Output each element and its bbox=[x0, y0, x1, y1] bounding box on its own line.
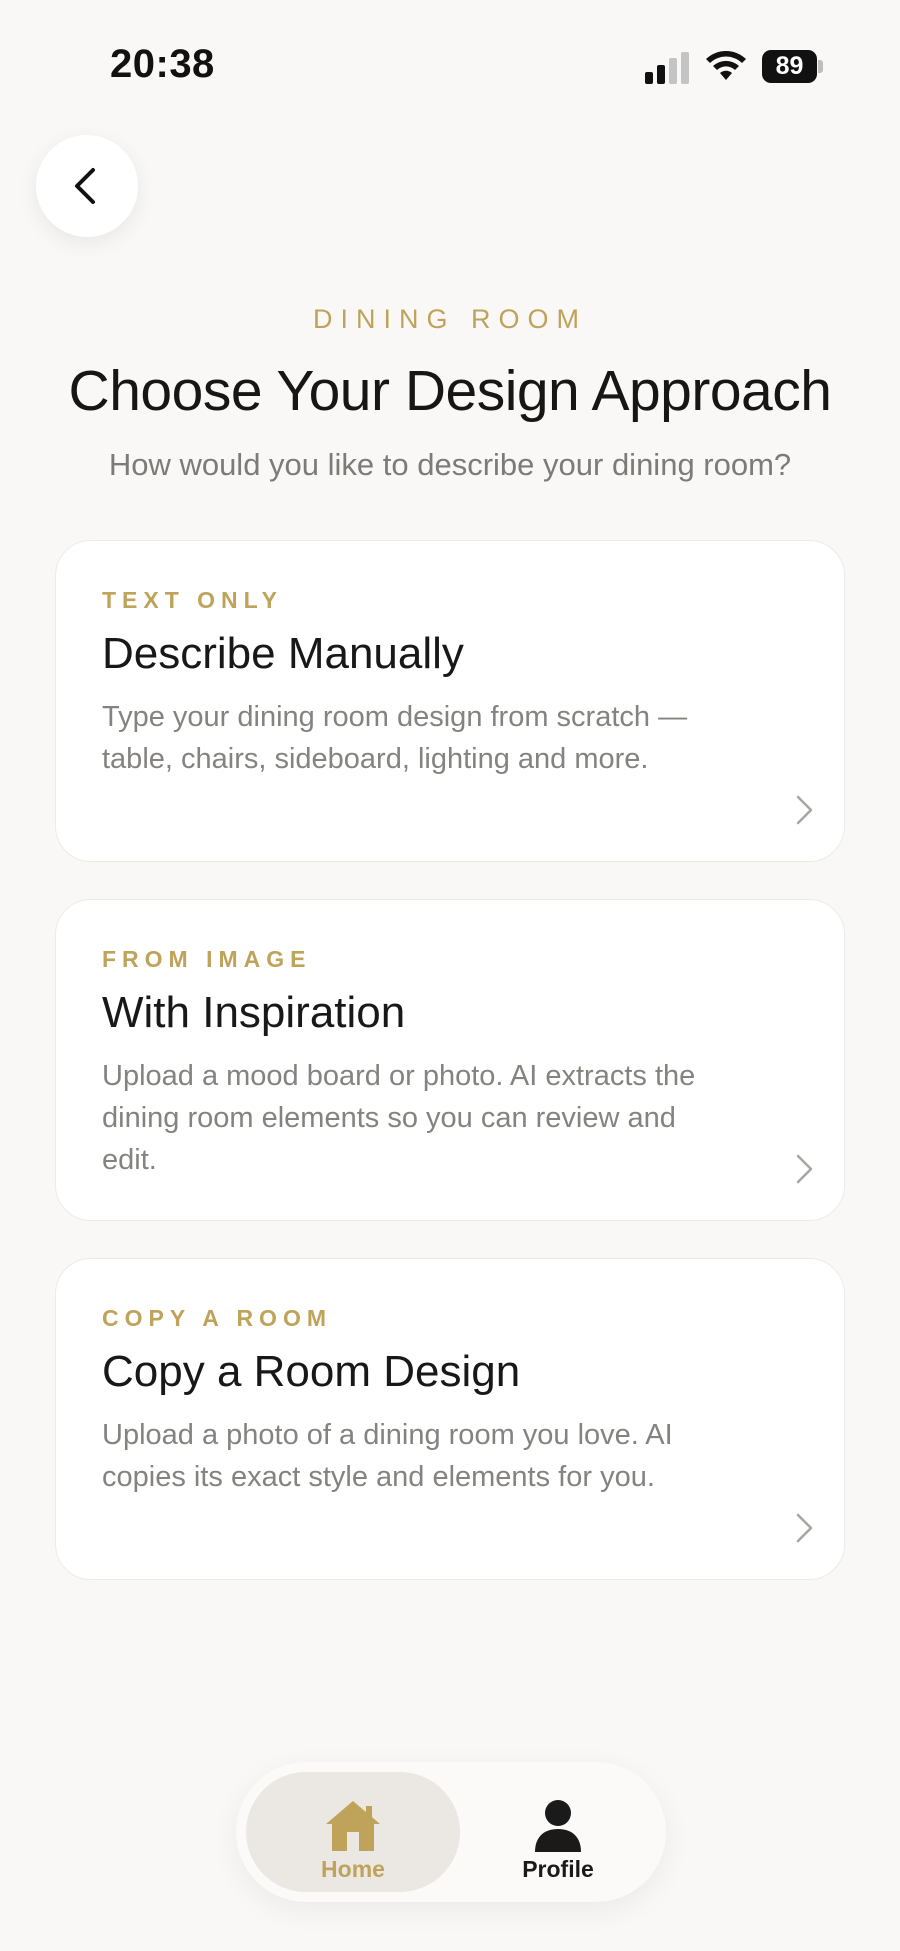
option-card-describe-manually[interactable]: TEXT ONLY Describe Manually Type your di… bbox=[55, 540, 845, 862]
status-bar: 20:38 89 bbox=[0, 0, 900, 130]
chevron-left-icon bbox=[75, 168, 95, 204]
card-tag: FROM IMAGE bbox=[102, 946, 312, 972]
status-time: 20:38 bbox=[110, 42, 215, 86]
option-card-copy-room[interactable]: COPY A ROOM Copy a Room Design Upload a … bbox=[55, 1258, 845, 1580]
card-tag: COPY A ROOM bbox=[102, 1305, 332, 1331]
card-description: Type your dining room design from scratc… bbox=[102, 701, 688, 775]
chevron-right-icon bbox=[796, 1513, 813, 1543]
card-description: Upload a photo of a dining room you love… bbox=[102, 1419, 673, 1493]
chevron-right-icon bbox=[796, 795, 813, 825]
card-tag: TEXT ONLY bbox=[102, 587, 283, 613]
chevron-right-icon bbox=[796, 1154, 813, 1184]
bottom-tab-bar: Home Profile bbox=[236, 1762, 666, 1902]
battery-level: 89 bbox=[762, 50, 817, 83]
page-title: Choose Your Design Approach bbox=[68, 359, 832, 423]
signal-icon bbox=[645, 52, 689, 84]
tab-label-home: Home bbox=[321, 1856, 385, 1882]
house-icon bbox=[326, 1801, 380, 1851]
card-description: Upload a mood board or photo. AI extract… bbox=[102, 1060, 696, 1176]
back-button[interactable] bbox=[36, 135, 138, 237]
card-title: With Inspiration bbox=[102, 988, 406, 1037]
tab-label-profile: Profile bbox=[522, 1856, 594, 1882]
card-title: Copy a Room Design bbox=[102, 1347, 521, 1396]
wifi-icon bbox=[706, 51, 746, 80]
option-card-with-inspiration[interactable]: FROM IMAGE With Inspiration Upload a moo… bbox=[55, 899, 845, 1221]
card-title: Describe Manually bbox=[102, 629, 464, 678]
tab-profile[interactable]: Profile bbox=[460, 1772, 656, 1892]
room-eyebrow: DINING ROOM bbox=[313, 304, 587, 334]
person-icon bbox=[535, 1800, 581, 1852]
battery-icon: 89 bbox=[762, 50, 823, 83]
tab-home[interactable]: Home bbox=[246, 1772, 460, 1892]
battery-cap bbox=[818, 60, 823, 73]
page-subtitle: How would you like to describe your dini… bbox=[108, 447, 792, 482]
